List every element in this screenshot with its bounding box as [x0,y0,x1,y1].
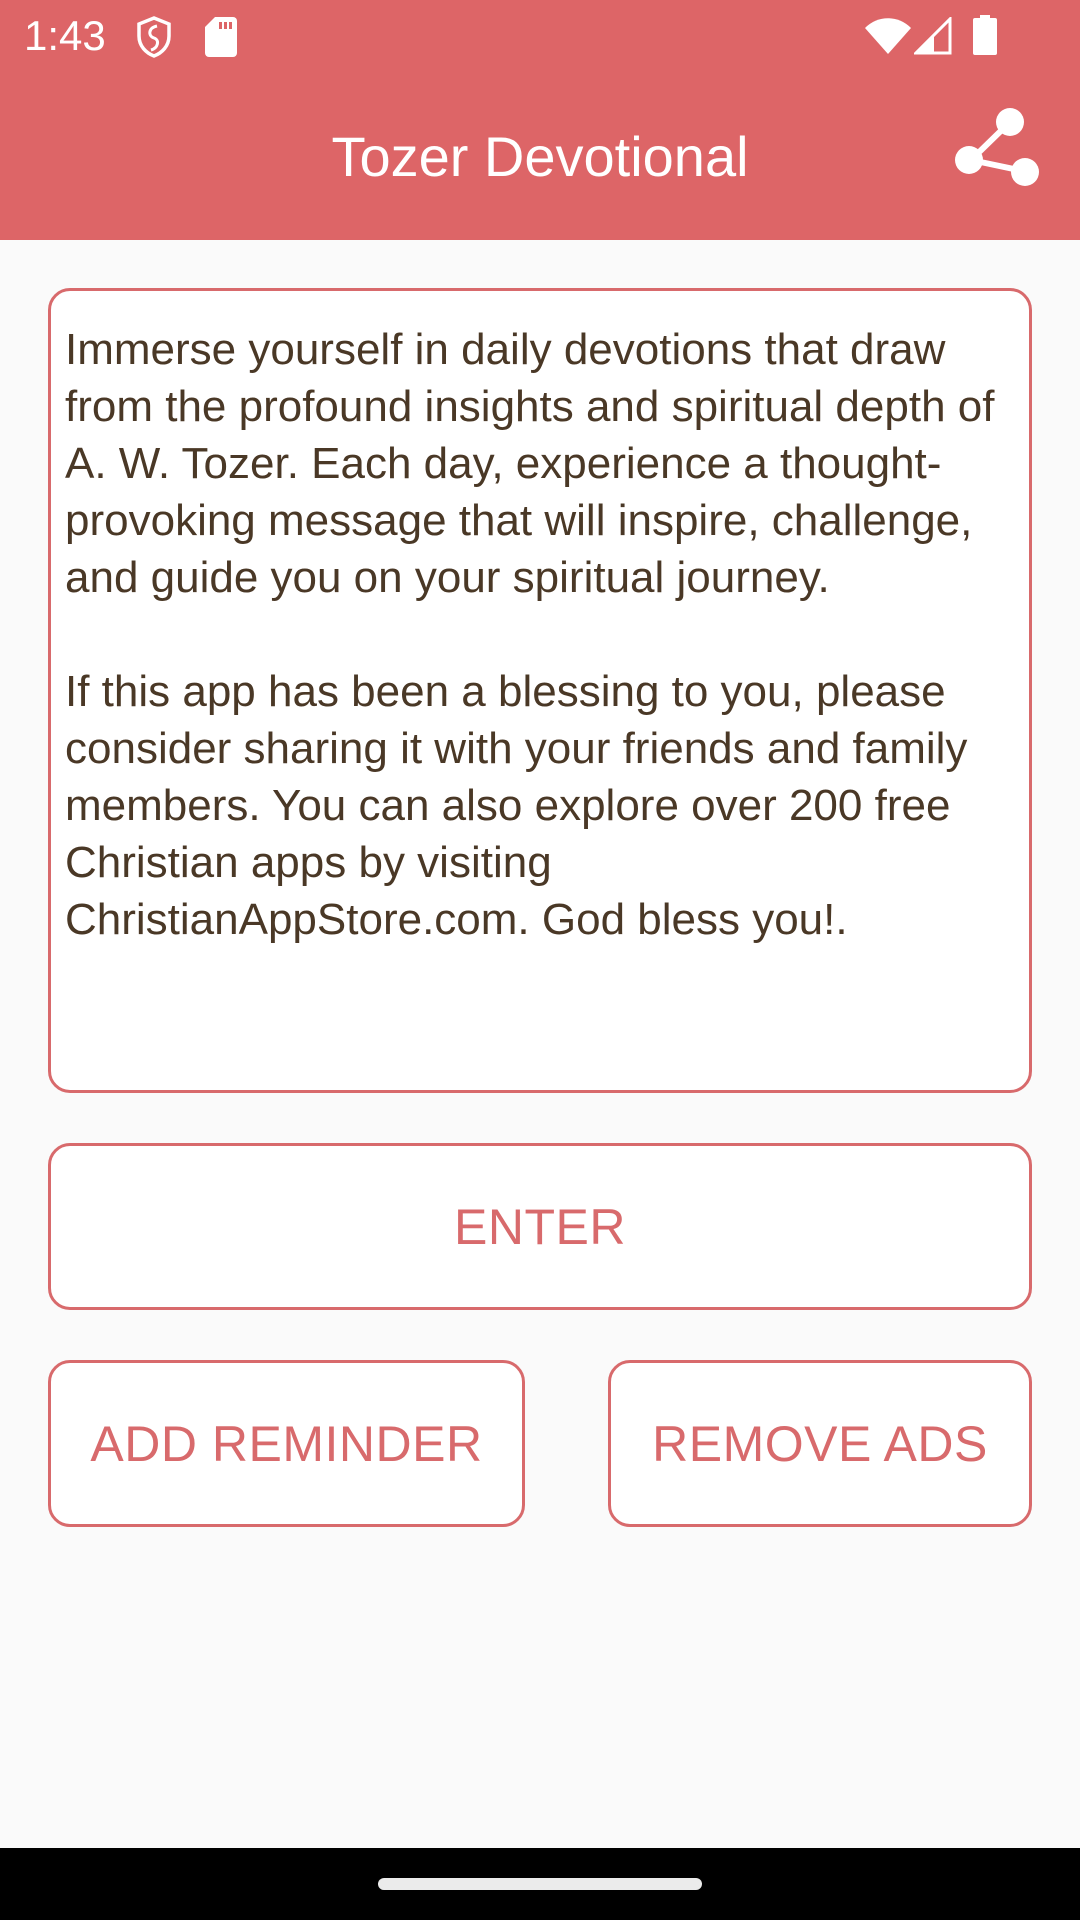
remove-ads-button[interactable]: REMOVE ADS [608,1360,1032,1527]
description-paragraph-1: Immerse yourself in daily devotions that… [65,325,995,602]
description-box: Immerse yourself in daily devotions that… [48,288,1032,1093]
battery-icon [973,15,997,60]
wifi-icon [865,16,911,61]
app-bar: Tozer Devotional [0,76,1080,240]
shield-vpn-icon [136,16,172,63]
description-paragraph-2: If this app has been a blessing to you, … [65,667,968,944]
signal-icon [912,15,952,60]
add-reminder-button[interactable]: ADD REMINDER [48,1360,525,1527]
enter-button[interactable]: ENTER [48,1143,1032,1310]
share-button[interactable] [944,106,1044,206]
home-gesture-handle[interactable] [378,1878,702,1890]
status-bar: 1:43 [0,0,1080,76]
status-time: 1:43 [24,12,106,59]
navigation-bar [0,1848,1080,1920]
share-icon [955,108,1039,186]
app-title: Tozer Devotional [331,125,749,188]
sd-card-icon [205,17,237,62]
